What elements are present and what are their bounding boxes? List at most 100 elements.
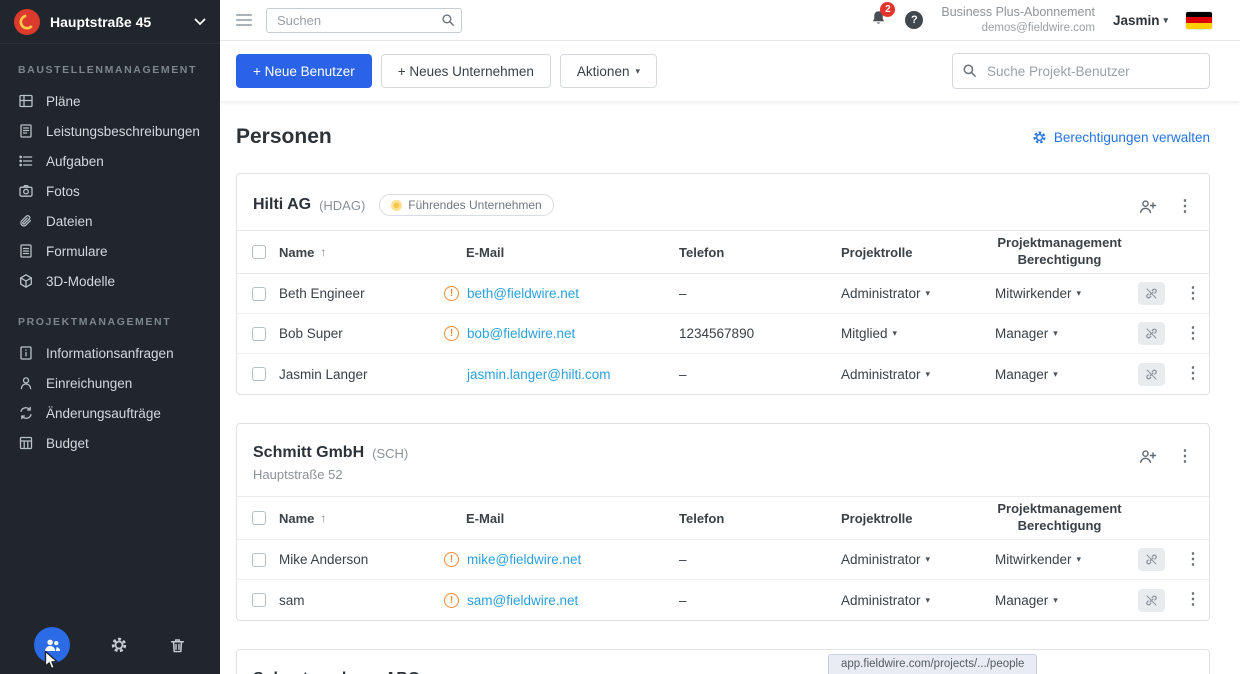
menu-icon[interactable] (236, 14, 252, 26)
company-menu-icon[interactable]: ⋮ (1177, 199, 1193, 215)
user-name: Jasmin (1113, 13, 1160, 28)
row-menu-icon[interactable]: ⋮ (1185, 326, 1201, 342)
sidebar: Hauptstraße 45 BAUSTELLENMANAGEMENT Plän… (0, 0, 220, 674)
project-role-dropdown[interactable]: Administrator▾ (841, 552, 930, 567)
row-menu-icon[interactable]: ⋮ (1185, 592, 1201, 608)
caret-down-icon: ▾ (1077, 554, 1082, 565)
column-email: E-Mail (444, 511, 679, 526)
sidebar-item-change-orders[interactable]: Änderungsaufträge (0, 398, 220, 428)
table-body: Mike Anderson ! mike@fieldwire.net – Adm… (237, 540, 1209, 620)
sidebar-item-models[interactable]: 3D-Modelle (0, 266, 220, 296)
sidebar-item-plans[interactable]: Pläne (0, 86, 220, 116)
row-menu-icon[interactable]: ⋮ (1185, 552, 1201, 568)
caret-down-icon: ▾ (926, 595, 931, 606)
sidebar-item-specifications[interactable]: Leistungsbeschreibungen (0, 116, 220, 146)
pm-permission-dropdown[interactable]: Mitwirkender▾ (995, 286, 1081, 301)
browser-status-url: app.fieldwire.com/projects/.../people (828, 654, 1037, 674)
company-name: Subunternehmer ABC (253, 670, 420, 674)
column-pm: Projektmanagement Berechtigung (981, 501, 1138, 535)
project-role-dropdown[interactable]: Mitglied▾ (841, 326, 897, 341)
table-row: Beth Engineer ! beth@fieldwire.net – Adm… (237, 274, 1209, 314)
manage-permissions-link[interactable]: Berechtigungen verwalten (1032, 130, 1210, 145)
row-checkbox[interactable] (252, 287, 266, 301)
search-icon (962, 63, 977, 83)
company-code: (HDAG) (319, 198, 365, 213)
global-search-input[interactable] (266, 8, 462, 33)
table-row: sam ! sam@fieldwire.net – Administrator▾… (237, 580, 1209, 620)
column-name[interactable]: Name↑ (279, 245, 444, 260)
company-menu-icon[interactable]: ⋮ (1177, 449, 1193, 465)
actions-dropdown-button[interactable]: Aktionen ▾ (560, 54, 657, 88)
project-user-search-input[interactable] (952, 53, 1210, 89)
fieldwire-logo-icon (14, 9, 40, 35)
company-name: Schmitt GmbH (253, 444, 364, 462)
company-name: Hilti AG (253, 196, 311, 214)
chevron-down-icon (194, 13, 206, 31)
unlink-icon[interactable] (1138, 589, 1165, 612)
row-menu-icon[interactable]: ⋮ (1185, 286, 1201, 302)
unlink-icon[interactable] (1138, 548, 1165, 571)
caret-down-icon: ▾ (635, 66, 640, 77)
select-all-checkbox[interactable] (252, 245, 266, 259)
german-flag-icon[interactable] (1186, 12, 1212, 29)
project-role-dropdown[interactable]: Administrator▾ (841, 593, 930, 608)
nav-section-title: BAUSTELLENMANAGEMENT (0, 44, 220, 86)
caret-down-icon: ▾ (1053, 595, 1058, 606)
pm-permission-dropdown[interactable]: Manager▾ (995, 326, 1058, 341)
pm-permission-dropdown[interactable]: Mitwirkender▾ (995, 552, 1081, 567)
page-title: Personen (236, 125, 332, 149)
notifications-bell-icon[interactable]: 2 (870, 9, 887, 32)
budget-icon (18, 435, 34, 451)
sidebar-item-submittals[interactable]: Einreichungen (0, 368, 220, 398)
company-card: Hilti AG (HDAG) Führendes Unternehmen ⋮ … (236, 173, 1210, 395)
sidebar-item-tasks[interactable]: Aufgaben (0, 146, 220, 176)
change-orders-icon (18, 405, 34, 421)
row-menu-icon[interactable]: ⋮ (1185, 366, 1201, 382)
help-icon[interactable]: ? (905, 11, 923, 29)
sidebar-item-rfi[interactable]: Informationsanfragen (0, 338, 220, 368)
user-menu[interactable]: Jasmin ▾ (1113, 13, 1168, 28)
unlink-icon[interactable] (1138, 282, 1165, 305)
column-name[interactable]: Name↑ (279, 511, 444, 526)
new-company-button[interactable]: + Neues Unternehmen (381, 54, 551, 88)
sidebar-item-budget[interactable]: Budget (0, 428, 220, 458)
pm-permission-dropdown[interactable]: Manager▾ (995, 367, 1058, 382)
topbar: 2 ? Business Plus-Abonnement demos@field… (220, 0, 1240, 41)
unlink-icon[interactable] (1138, 363, 1165, 386)
user-email-link[interactable]: sam@fieldwire.net (467, 593, 578, 608)
user-email-link[interactable]: beth@fieldwire.net (467, 286, 579, 301)
unlink-icon[interactable] (1138, 322, 1165, 345)
people-icon[interactable] (34, 627, 70, 663)
add-person-icon[interactable] (1138, 198, 1157, 215)
row-checkbox[interactable] (252, 593, 266, 607)
add-person-icon[interactable] (1138, 448, 1157, 465)
new-user-button[interactable]: + Neue Benutzer (236, 54, 372, 88)
nav-section: PROJEKTMANAGEMENT Informationsanfragen E… (0, 296, 220, 458)
sidebar-item-files[interactable]: Dateien (0, 206, 220, 236)
sidebar-item-forms[interactable]: Formulare (0, 236, 220, 266)
user-name: Bob Super (279, 326, 444, 341)
row-checkbox[interactable] (252, 553, 266, 567)
toolbar: + Neue Benutzer + Neues Unternehmen Akti… (220, 41, 1240, 101)
subscription-label: Business Plus-Abonnement (941, 5, 1095, 21)
pm-permission-dropdown[interactable]: Manager▾ (995, 593, 1058, 608)
specifications-icon (18, 123, 34, 139)
sidebar-item-photos[interactable]: Fotos (0, 176, 220, 206)
user-email-link[interactable]: jasmin.langer@hilti.com (467, 367, 611, 382)
select-all-checkbox[interactable] (252, 511, 266, 525)
user-phone: – (679, 593, 841, 608)
gear-icon[interactable] (110, 636, 128, 654)
caret-down-icon: ▾ (1053, 369, 1058, 380)
caret-down-icon: ▾ (1053, 328, 1058, 339)
row-checkbox[interactable] (252, 367, 266, 381)
project-role-dropdown[interactable]: Administrator▾ (841, 367, 930, 382)
project-switcher[interactable]: Hauptstraße 45 (0, 0, 220, 44)
main-area: 2 ? Business Plus-Abonnement demos@field… (220, 0, 1240, 674)
row-checkbox[interactable] (252, 327, 266, 341)
nav-section-title: PROJEKTMANAGEMENT (0, 296, 220, 338)
user-phone: – (679, 367, 841, 382)
user-email-link[interactable]: bob@fieldwire.net (467, 326, 575, 341)
trash-icon[interactable] (169, 637, 186, 654)
project-role-dropdown[interactable]: Administrator▾ (841, 286, 930, 301)
user-email-link[interactable]: mike@fieldwire.net (467, 552, 581, 567)
